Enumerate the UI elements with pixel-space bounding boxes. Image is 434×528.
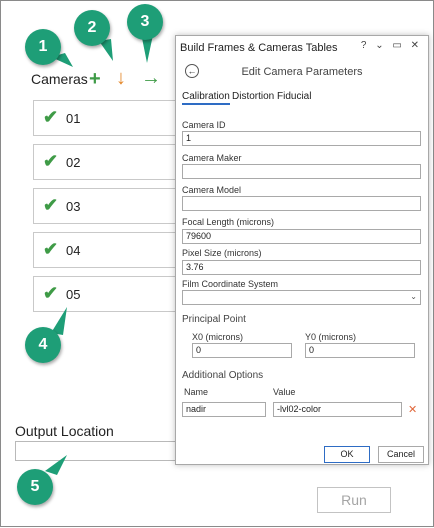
camera-maker-label: Camera Maker <box>182 153 242 163</box>
chevron-down-icon: ⌄ <box>410 292 417 301</box>
option-value-input[interactable]: -lvl02-color <box>273 402 402 417</box>
callout-5-pointer <box>45 455 67 475</box>
camera-model-label: Camera Model <box>182 185 242 195</box>
tab-calibration[interactable]: Calibration <box>182 91 230 105</box>
x0-label: X0 (microns) <box>192 332 244 342</box>
camera-maker-input[interactable] <box>182 164 421 179</box>
callout-1: 1 <box>25 29 61 65</box>
remove-row-icon[interactable]: ✕ <box>408 403 417 416</box>
cancel-button[interactable]: Cancel <box>378 446 424 463</box>
callout-3: 3 <box>127 4 163 40</box>
callout-4: 4 <box>25 327 61 363</box>
principal-point-title: Principal Point <box>182 314 246 325</box>
x0-input[interactable]: 0 <box>192 343 292 358</box>
dialog-title: Build Frames & Cameras Tables <box>180 42 338 54</box>
camera-model-input[interactable] <box>182 196 421 211</box>
callout-5: 5 <box>17 469 53 505</box>
pixel-size-label: Pixel Size (microns) <box>182 248 262 258</box>
dialog-heading: Edit Camera Parameters <box>241 66 363 78</box>
additional-options-title: Additional Options <box>182 370 264 381</box>
name-header: Name <box>184 387 209 397</box>
focal-length-label: Focal Length (microns) <box>182 217 275 227</box>
option-name-input[interactable]: nadir <box>182 402 266 417</box>
film-cs-label: Film Coordinate System <box>182 279 279 289</box>
pixel-size-input[interactable]: 3.76 <box>182 260 421 275</box>
build-frames-dialog: Build Frames & Cameras Tables ? ⌄ ▭ ✕ ← … <box>175 35 429 465</box>
focal-length-input[interactable]: 79600 <box>182 229 421 244</box>
tab-distortion[interactable]: Distortion <box>232 91 274 102</box>
callout-2: 2 <box>74 10 110 46</box>
screenshot-frame: Cameras + ↓ → ✔ 01 ✔ 02 ✔ 03 ✔ 04 ✔ 05 O… <box>0 0 434 527</box>
y0-label: Y0 (microns) <box>305 332 357 342</box>
ok-button[interactable]: OK <box>324 446 370 463</box>
value-header: Value <box>273 387 296 397</box>
camera-id-label: Camera ID <box>182 120 226 130</box>
film-cs-select[interactable]: ⌄ <box>182 290 421 305</box>
window-controls[interactable]: ? ⌄ ▭ ✕ <box>361 40 422 51</box>
camera-id-input[interactable]: 1 <box>182 131 421 146</box>
y0-input[interactable]: 0 <box>305 343 415 358</box>
tab-fiducial[interactable]: Fiducial <box>277 91 311 102</box>
